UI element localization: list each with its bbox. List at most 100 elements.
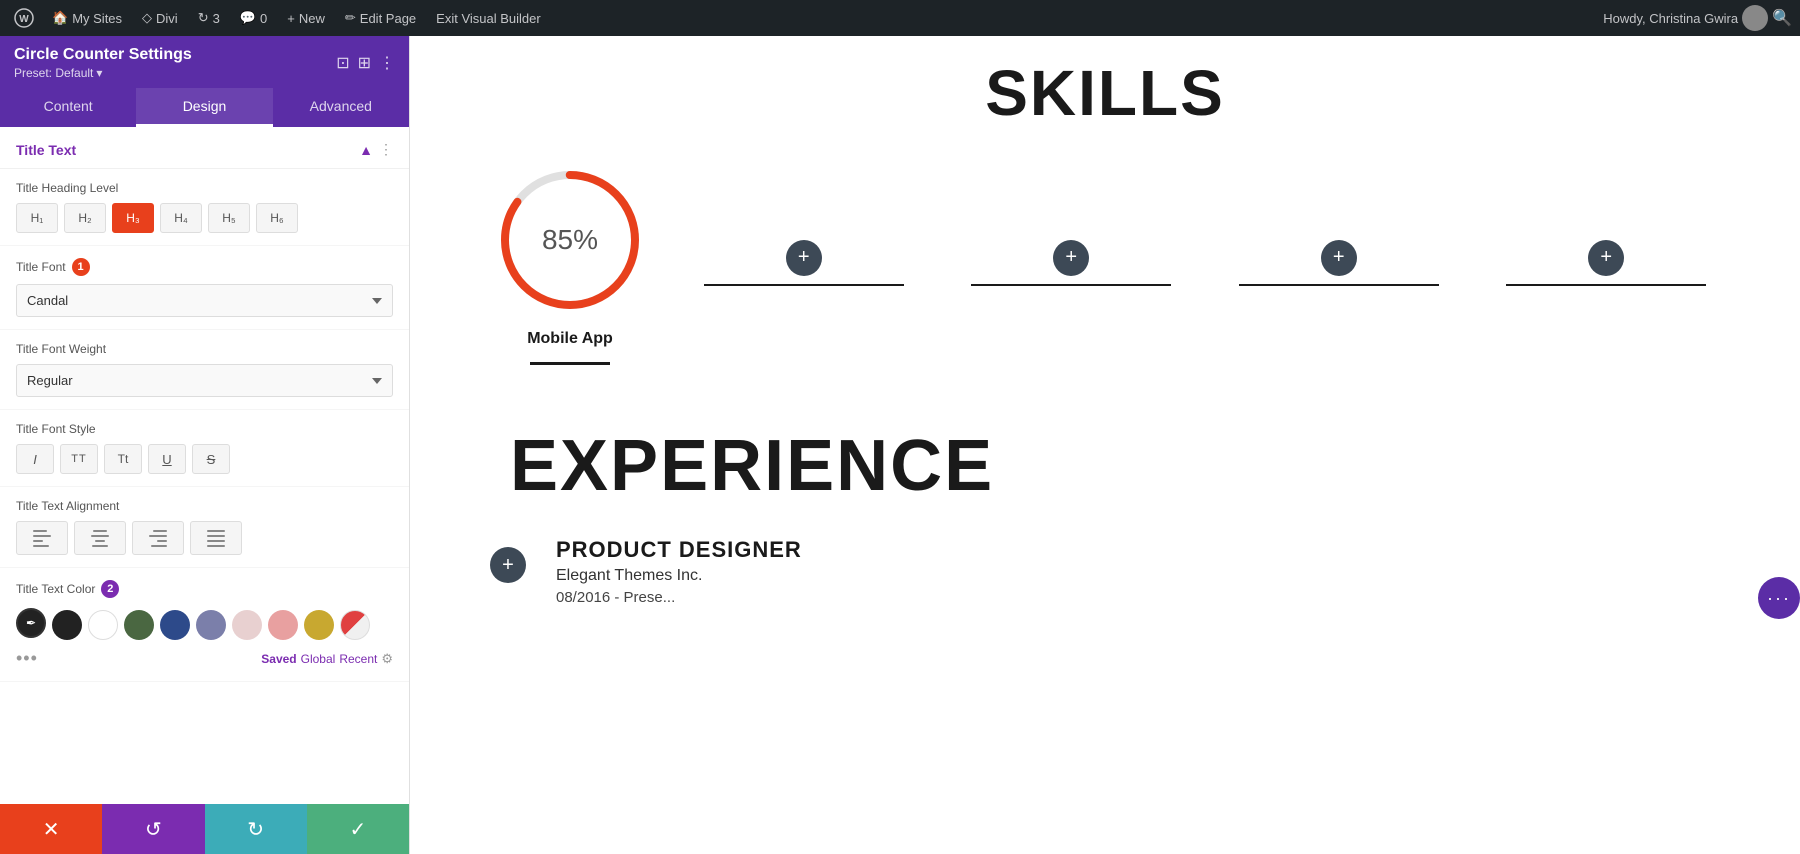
settings-panel: Circle Counter Settings Preset: Default … [0,36,410,854]
add-module-btn-2[interactable]: + [786,240,822,276]
panel-header-icons: ⊡ ⊞ ⋮ [336,53,395,73]
align-justify-icon [207,530,225,547]
panel-body: Title Text ▲ ⋮ Title Heading Level H₁ H₂… [0,127,409,804]
align-left-btn[interactable] [16,521,68,555]
section-collapse-btn[interactable]: ▲ [359,142,373,158]
circles-row: 85% Mobile App + + + [470,160,1740,365]
plus-column-3: + [938,240,1206,286]
more-options-btn[interactable]: ··· [1758,577,1800,619]
color-swatch-gold[interactable] [304,610,334,640]
color-swatch-pink[interactable] [268,610,298,640]
uppercase-btn[interactable]: TT [60,444,98,474]
align-center-icon [91,530,109,547]
title-font-weight-label: Title Font Weight [16,342,393,356]
heading-h6-btn[interactable]: H₆ [256,203,298,233]
heading-h3-btn[interactable]: H₃ [112,203,154,233]
svg-text:W: W [19,14,29,25]
align-justify-btn[interactable] [190,521,242,555]
color-picker-btn[interactable]: ✒ [16,608,46,638]
column-divider-5 [1506,284,1706,286]
title-font-label: Title Font 1 [16,258,393,276]
color-global-btn[interactable]: Global [301,652,336,666]
color-gear-btn[interactable]: ⚙ [381,651,393,667]
save-button[interactable]: ✓ [307,804,409,854]
wp-logo[interactable]: W [8,2,40,34]
color-swatch-stripe[interactable] [340,610,370,640]
circle-counter-svg-wrapper: 85% [490,160,650,320]
heading-h5-btn[interactable]: H₅ [208,203,250,233]
field-title-text-alignment: Title Text Alignment [0,487,409,568]
capitalize-btn[interactable]: Tt [104,444,142,474]
cancel-button[interactable]: ✕ [0,804,102,854]
panel-footer: ✕ ↺ ↻ ✓ [0,804,409,854]
experience-heading: EXPERIENCE [470,425,1740,507]
underline-btn[interactable]: U [148,444,186,474]
title-font-style-label: Title Font Style [16,422,393,436]
updates-icon: ↻ [198,10,209,26]
panel-header: Circle Counter Settings Preset: Default … [0,36,409,88]
title-heading-level-label: Title Heading Level [16,181,393,195]
undo-button[interactable]: ↺ [102,804,204,854]
admin-bar-new[interactable]: + New [279,0,333,36]
color-swatch-darkblue[interactable] [160,610,190,640]
search-icon[interactable]: 🔍 [1772,8,1792,28]
color-swatch-lightpink[interactable] [232,610,262,640]
add-module-btn-3[interactable]: + [1053,240,1089,276]
panel-layout-icon[interactable]: ⊞ [358,53,371,73]
admin-bar-editpage[interactable]: ✏ Edit Page [337,0,424,36]
tab-advanced[interactable]: Advanced [273,88,409,127]
admin-bar: W 🏠 My Sites ◇ Divi ↻ 3 💬 0 + New ✏ Edit… [0,0,1800,36]
color-recent-btn[interactable]: Recent [339,652,377,666]
title-font-select[interactable]: DefaultCandalOpen SansRobotoLato [16,284,393,317]
admin-bar-exit-builder[interactable]: Exit Visual Builder [428,0,549,36]
admin-bar-updates[interactable]: ↻ 3 [190,0,228,36]
italic-btn[interactable]: I [16,444,54,474]
job-company: Elegant Themes Inc. [556,567,1650,585]
heading-h4-btn[interactable]: H₄ [160,203,202,233]
color-swatch-medblue[interactable] [196,610,226,640]
color-swatch-white[interactable] [88,610,118,640]
tab-design[interactable]: Design [136,88,272,127]
job-title: PRODUCT DESIGNER [556,537,1650,563]
align-left-icon [33,530,51,547]
font-style-buttons: I TT Tt U S [16,444,393,474]
admin-bar-comments[interactable]: 💬 0 [232,0,275,36]
plus-column-4: + [1205,240,1473,286]
panel-resize-icon[interactable]: ⊡ [336,53,349,73]
panel-preset[interactable]: Preset: Default ▾ [14,66,192,80]
strikethrough-btn[interactable]: S [192,444,230,474]
column-divider-2 [704,284,904,286]
color-swatch-darkgreen[interactable] [124,610,154,640]
heading-h2-btn[interactable]: H₂ [64,203,106,233]
admin-bar-mysites[interactable]: 🏠 My Sites [44,0,130,36]
add-module-btn-5[interactable]: + [1588,240,1624,276]
add-experience-btn[interactable]: + [490,547,526,583]
color-saved-btn[interactable]: Saved [261,652,296,666]
edit-icon: ✏ [345,10,356,26]
experience-item: PRODUCT DESIGNER Elegant Themes Inc. 08/… [556,537,1650,606]
heading-h1-btn[interactable]: H₁ [16,203,58,233]
comment-icon: 💬 [240,10,256,26]
color-swatch-black[interactable] [52,610,82,640]
chevron-down-icon: ▾ [96,66,102,80]
section-controls: ▲ ⋮ [359,141,393,158]
section-options-btn[interactable]: ⋮ [379,141,393,158]
align-right-icon [149,530,167,547]
panel-menu-icon[interactable]: ⋮ [379,53,395,73]
title-font-weight-select[interactable]: ThinLightRegularMediumBoldExtra BoldBlac… [16,364,393,397]
font-badge: 1 [72,258,90,276]
add-module-btn-4[interactable]: + [1321,240,1357,276]
redo-button[interactable]: ↻ [205,804,307,854]
color-swatches [52,610,370,640]
heading-level-buttons: H₁ H₂ H₃ H₄ H₅ H₆ [16,203,393,233]
experience-row: + PRODUCT DESIGNER Elegant Themes Inc. 0… [470,537,1740,606]
align-center-btn[interactable] [74,521,126,555]
tab-content[interactable]: Content [0,88,136,127]
skills-heading: SKILLS [470,56,1740,130]
admin-bar-divi[interactable]: ◇ Divi [134,0,186,36]
color-badge: 2 [101,580,119,598]
field-title-heading-level: Title Heading Level H₁ H₂ H₃ H₄ H₅ H₆ [0,169,409,246]
align-right-btn[interactable] [132,521,184,555]
column-divider-4 [1239,284,1439,286]
color-more-btn[interactable]: ••• [16,648,38,669]
